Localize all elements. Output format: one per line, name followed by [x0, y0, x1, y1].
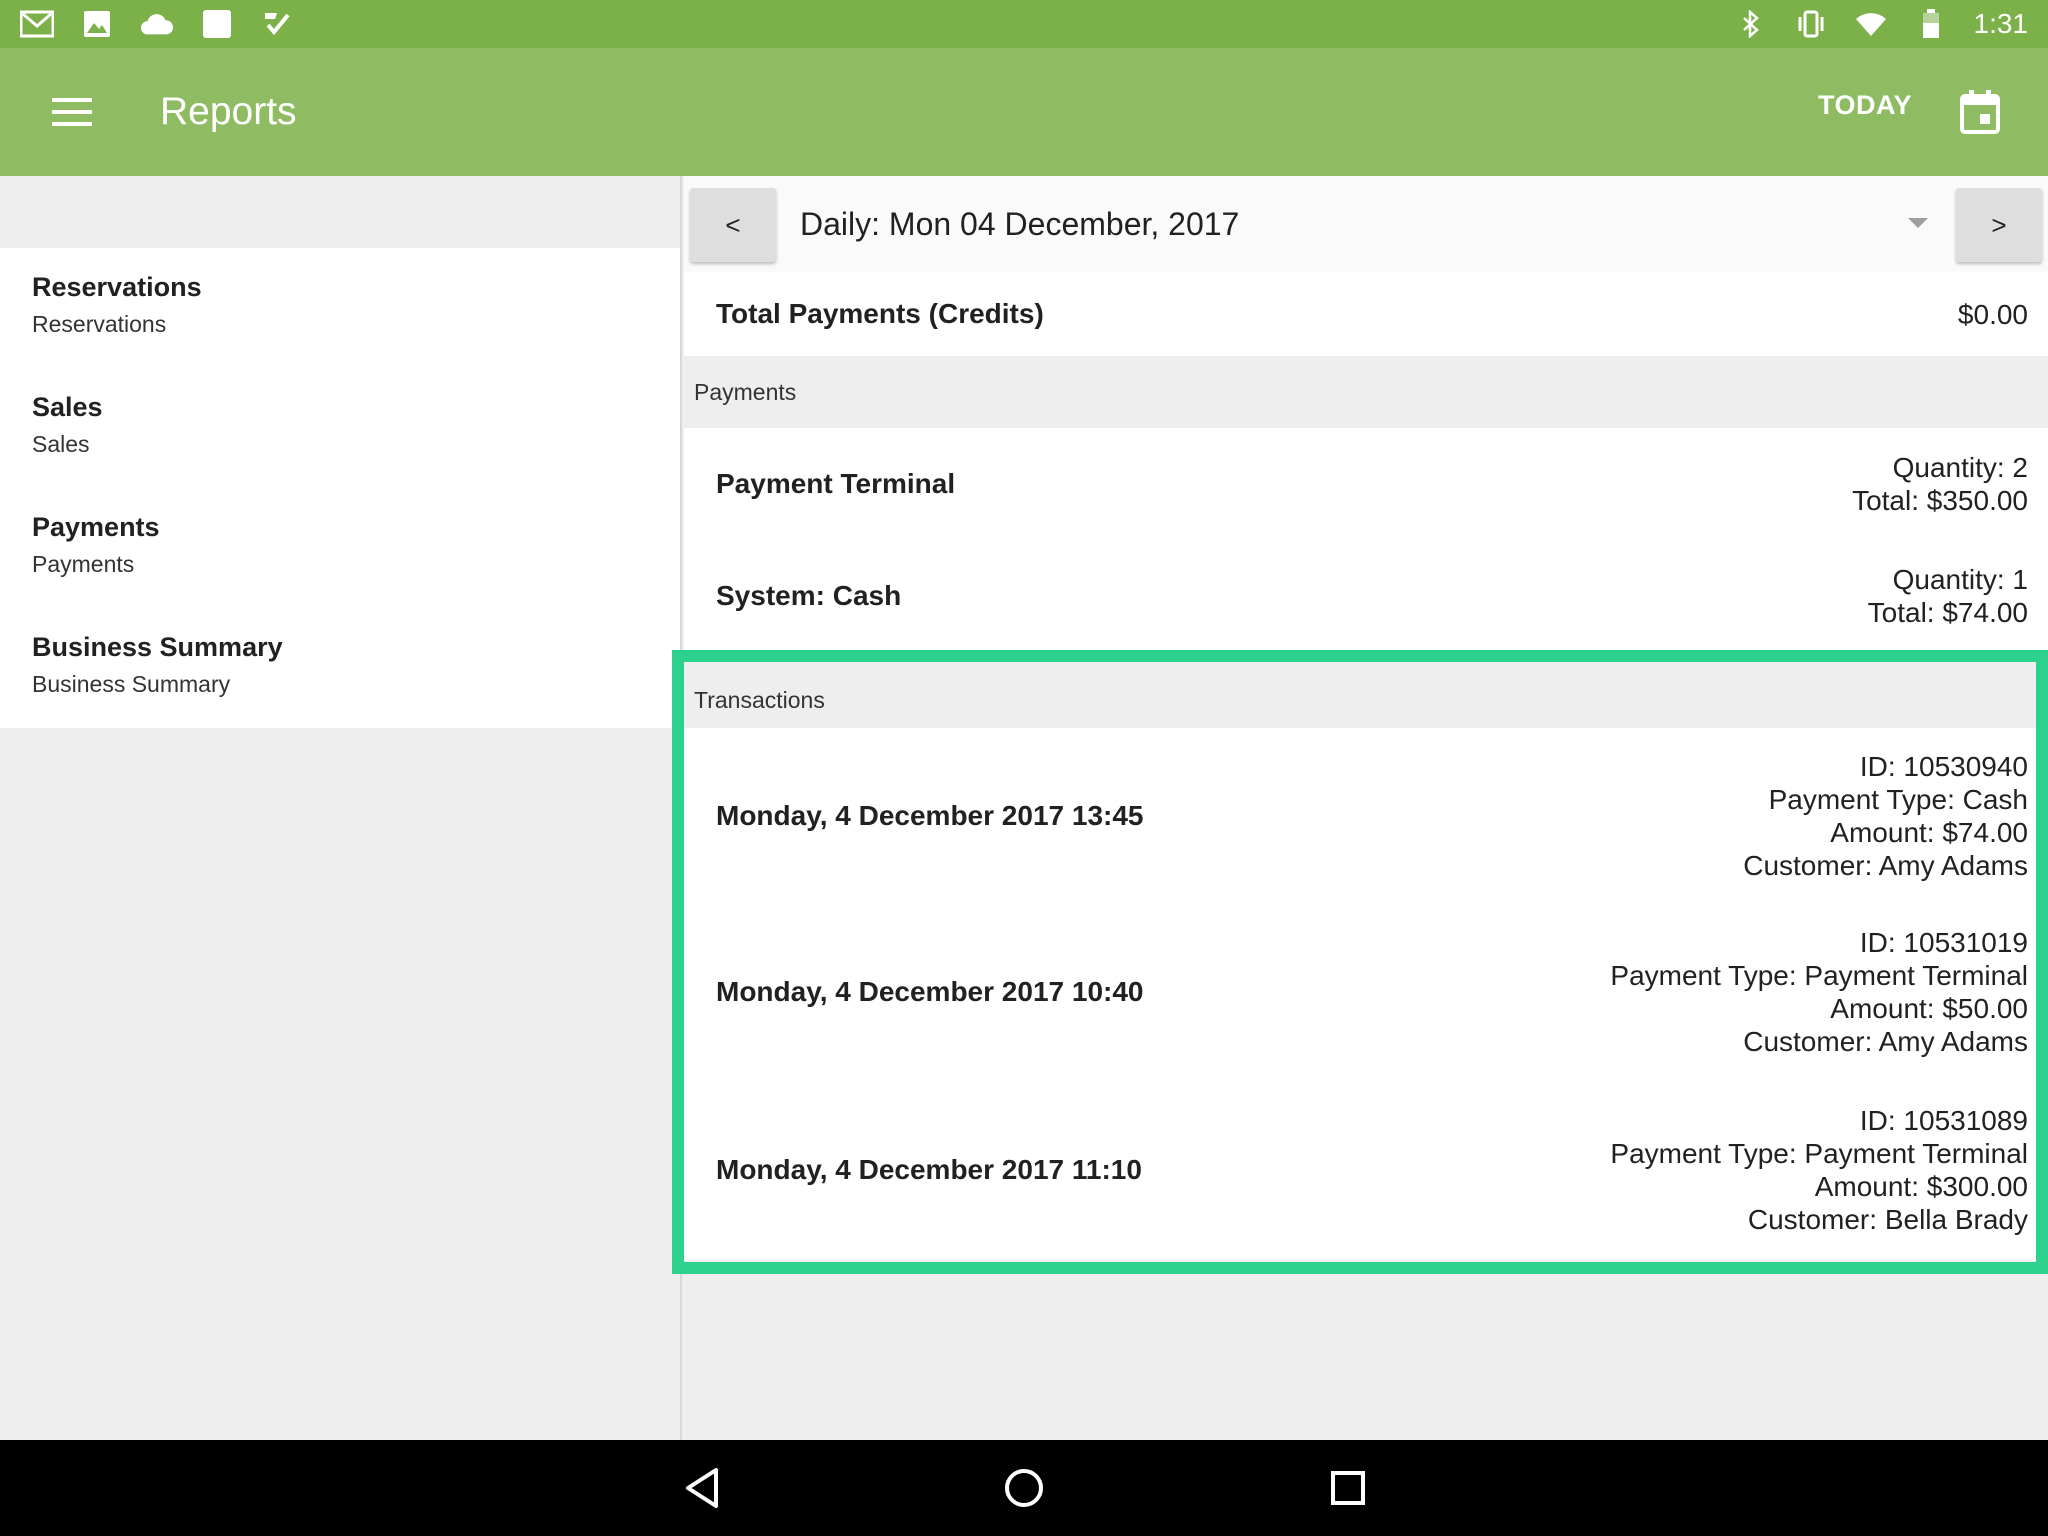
report-item-business-summary[interactable]: Business Summary Business Summary: [0, 608, 680, 728]
back-triangle-icon: [686, 1468, 718, 1508]
transaction-amount: Amount: $300.00: [1814, 1171, 2028, 1202]
payment-method-name: Payment Terminal: [716, 468, 956, 499]
transaction-payment-type: Payment Type: Payment Terminal: [1610, 960, 2028, 991]
payment-total: Total: $74.00: [1867, 597, 2028, 628]
total-payments-row: Total Payments (Credits) $0.00: [684, 272, 2048, 356]
report-item-title: Payments: [32, 512, 160, 542]
recent-apps-square-icon: [1331, 1471, 1365, 1505]
transaction-id: ID: 10531089: [1859, 1105, 2028, 1136]
transaction-details: ID: 10530940 Payment Type: Cash Amount: …: [1743, 750, 2028, 882]
transaction-id: ID: 10530940: [1859, 751, 2028, 782]
wifi-icon: [1854, 9, 1888, 39]
checkmark-icon: [260, 9, 294, 39]
report-item-title: Reservations: [32, 272, 202, 302]
status-bar: 1:31: [0, 0, 2048, 48]
dropdown-arrow-icon: [1908, 218, 1928, 228]
report-item-title: Sales: [32, 392, 103, 422]
date-range-dropdown[interactable]: Daily: Mon 04 December, 2017: [776, 176, 1950, 272]
hamburger-menu-icon: [52, 98, 92, 126]
transaction-date: Monday, 4 December 2017 13:45: [716, 800, 1144, 831]
transaction-details: ID: 10531019 Payment Type: Payment Termi…: [1610, 926, 2028, 1058]
transaction-row: Monday, 4 December 2017 10:40 ID: 105310…: [684, 904, 2048, 1080]
payment-row: Payment Terminal Quantity: 2 Total: $350…: [684, 428, 2048, 540]
report-detail-panel: < Daily: Mon 04 December, 2017 > Total P…: [684, 176, 2048, 1440]
calendar-button[interactable]: [1952, 84, 2008, 140]
system-navigation-bar: [0, 1440, 2048, 1536]
transaction-row: Monday, 4 December 2017 11:10 ID: 105310…: [684, 1080, 2048, 1260]
transactions-section-header: Transactions: [684, 664, 2048, 728]
payment-method-name: System: Cash: [716, 580, 902, 611]
total-payments-value: $0.00: [1957, 298, 2028, 330]
gmail-icon: [20, 9, 54, 39]
back-button[interactable]: [672, 1458, 732, 1518]
page-title: Reports: [160, 90, 297, 133]
transaction-customer: Customer: Amy Adams: [1743, 1026, 2028, 1057]
report-item-subtitle: Payments: [32, 551, 135, 577]
bluetooth-icon: [1734, 9, 1768, 39]
payment-summary: Quantity: 1 Total: $74.00: [1868, 563, 2028, 629]
total-payments-label: Total Payments (Credits): [716, 298, 1044, 329]
calendar-icon: [1960, 90, 2000, 134]
home-circle-icon: [1005, 1469, 1043, 1507]
date-range-label: Daily: Mon 04 December, 2017: [800, 205, 1240, 242]
app-bar: Reports TODAY: [0, 48, 2048, 176]
report-list-panel: Reservations Reservations Sales Sales Pa…: [0, 176, 682, 1440]
transaction-date: Monday, 4 December 2017 10:40: [716, 976, 1144, 1007]
payment-quantity: Quantity: 2: [1892, 452, 2028, 483]
cloud-icon: [140, 9, 174, 39]
transaction-row: Monday, 4 December 2017 13:45 ID: 105309…: [684, 728, 2048, 904]
payment-total: Total: $350.00: [1852, 485, 2028, 516]
date-navigation: < Daily: Mon 04 December, 2017 >: [684, 176, 2048, 272]
system-icons: 1:31: [1734, 8, 2029, 40]
home-button[interactable]: [994, 1458, 1054, 1518]
status-time: 1:31: [1973, 8, 2029, 39]
report-item-title: Business Summary: [32, 632, 283, 662]
transaction-date: Monday, 4 December 2017 11:10: [716, 1154, 1142, 1185]
transaction-payment-type: Payment Type: Cash: [1768, 784, 2028, 815]
transaction-amount: Amount: $74.00: [1830, 817, 2028, 848]
report-list: Reservations Reservations Sales Sales Pa…: [0, 248, 680, 728]
transaction-customer: Customer: Amy Adams: [1743, 850, 2028, 881]
transaction-payment-type: Payment Type: Payment Terminal: [1610, 1138, 2028, 1169]
payment-row: System: Cash Quantity: 1 Total: $74.00: [684, 540, 2048, 652]
vibrate-icon: [1794, 9, 1828, 39]
report-item-payments[interactable]: Payments Payments: [0, 488, 680, 608]
battery-icon: [1914, 9, 1948, 39]
report-item-subtitle: Sales: [32, 431, 90, 457]
menu-button[interactable]: [36, 76, 108, 148]
transaction-details: ID: 10531089 Payment Type: Payment Termi…: [1610, 1104, 2028, 1236]
image-icon: [80, 9, 114, 39]
transaction-customer: Customer: Bella Brady: [1747, 1204, 2028, 1235]
today-button[interactable]: TODAY: [1818, 90, 1912, 121]
next-date-button[interactable]: >: [1956, 188, 2042, 262]
notification-icons: [20, 9, 294, 39]
transaction-amount: Amount: $50.00: [1830, 993, 2028, 1024]
report-item-reservations[interactable]: Reservations Reservations: [0, 248, 680, 368]
payment-quantity: Quantity: 1: [1892, 564, 2028, 595]
square-icon: [200, 9, 234, 39]
transaction-id: ID: 10531019: [1859, 927, 2028, 958]
payment-summary: Quantity: 2 Total: $350.00: [1852, 451, 2028, 517]
report-item-subtitle: Business Summary: [32, 671, 231, 697]
payments-section-header: Payments: [684, 356, 2048, 428]
report-item-subtitle: Reservations: [32, 311, 167, 337]
report-item-sales[interactable]: Sales Sales: [0, 368, 680, 488]
previous-date-button[interactable]: <: [690, 188, 776, 262]
recent-apps-button[interactable]: [1318, 1458, 1378, 1518]
